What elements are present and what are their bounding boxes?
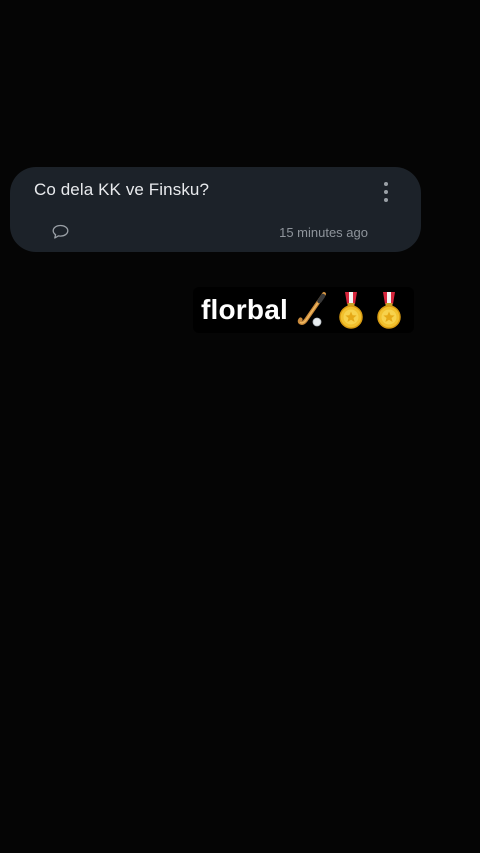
reply-text: florbal — [201, 294, 288, 325]
question-card[interactable]: Co dela KK ve Finsku? 15 minutes ago — [10, 167, 421, 252]
screen: Co dela KK ve Finsku? 15 minutes ago flo… — [0, 0, 480, 853]
gold-medal-icon — [377, 292, 401, 329]
more-options-button[interactable] — [375, 179, 397, 205]
comment-bubble-icon[interactable] — [52, 224, 69, 240]
vertical-dots-icon-dot — [384, 198, 388, 202]
gold-medal-icon — [339, 292, 363, 329]
timestamp: 15 minutes ago — [279, 225, 368, 240]
vertical-dots-icon — [384, 182, 388, 186]
vertical-dots-icon-dot — [384, 190, 388, 194]
question-text: Co dela KK ve Finsku? — [34, 180, 210, 199]
field-hockey-stick-icon — [297, 292, 326, 327]
reply-message[interactable]: florbal — [193, 287, 414, 333]
